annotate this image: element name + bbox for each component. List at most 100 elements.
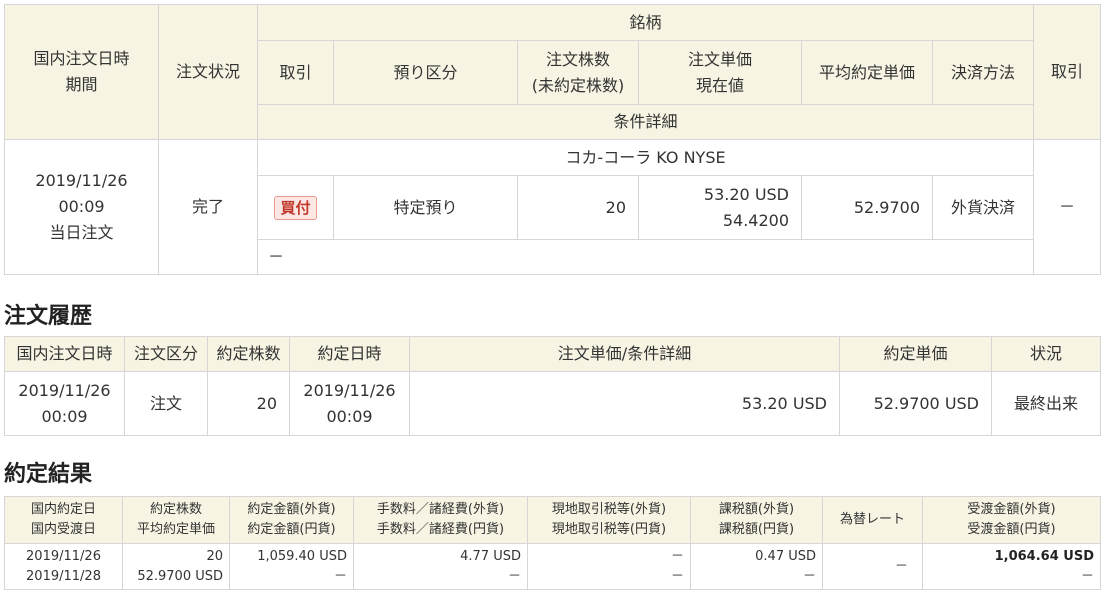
result-local-tax-cell: － － <box>527 543 691 590</box>
order-date: 2019/11/26 <box>35 171 128 190</box>
result-header-local-tax-jpy: 現地取引税等(円貨) <box>551 522 667 537</box>
result-header-taxable: 課税額(外貨) 課税額(円貨) <box>690 496 823 544</box>
order-date-cell: 2019/11/26 00:09 当日注文 <box>4 139 159 275</box>
result-table: 国内約定日 国内受渡日 約定株数 平均約定単価 約定金額(外貨) 約定金額(円貨… <box>4 496 1101 590</box>
order-qty: 20 <box>517 175 639 240</box>
result-fee-jpy: － <box>507 568 521 584</box>
history-order-date-cell: 2019/11/26 00:09 <box>4 371 125 436</box>
result-header-qty: 約定株数 <box>149 502 202 517</box>
order-time: 00:09 <box>58 197 105 216</box>
result-dates-cell: 2019/11/26 2019/11/28 <box>4 543 123 590</box>
header-order-price-label: 注文単価 <box>687 49 752 69</box>
result-settle-date: 2019/11/28 <box>26 568 101 584</box>
result-header-avg-price: 平均約定単価 <box>136 522 215 537</box>
header-conditions: 条件詳細 <box>256 104 1035 140</box>
result-local-tax-fx: － <box>670 548 684 564</box>
result-header-fee: 手数料／諸経費(外貨) 手数料／諸経費(円貨) <box>353 496 528 544</box>
order-conditions: － <box>256 239 1035 275</box>
result-header-taxable-fx: 課税額(外貨) <box>718 502 795 517</box>
header-current-price-label: 現在値 <box>695 75 744 95</box>
result-header-fee-jpy: 手数料／諸経費(円貨) <box>376 522 505 537</box>
order-cancel: － <box>1033 139 1102 275</box>
header-date-period: 国内注文日時 期間 <box>4 4 159 140</box>
history-exec-date-cell: 2019/11/26 00:09 <box>289 371 410 436</box>
history-header-price-detail: 注文単価/条件詳細 <box>409 336 840 372</box>
result-qty-price-cell: 20 52.9700 USD <box>122 543 230 590</box>
history-price-detail: 53.20 USD <box>409 371 840 436</box>
result-settle-jpy: － <box>1080 568 1094 584</box>
result-taxable-jpy: － <box>802 568 816 584</box>
header-unfilled-label: (未約定株数) <box>531 75 625 95</box>
result-header-fx-rate: 為替レート <box>822 496 923 544</box>
header-price: 注文単価 現在値 <box>638 40 802 105</box>
history-header-exec-price: 約定単価 <box>839 336 992 372</box>
header-issue: 銘柄 <box>256 4 1035 41</box>
result-header-local-tax-fx: 現地取引税等(外貨) <box>551 502 667 517</box>
header-status: 注文状況 <box>158 4 258 140</box>
result-header-settle-fx: 受渡金額(外貨) <box>967 502 1056 517</box>
result-amount-cell: 1,059.40 USD － <box>229 543 354 590</box>
result-avg-price: 52.9700 USD <box>137 568 223 584</box>
result-fee-cell: 4.77 USD － <box>353 543 528 590</box>
result-header-amount: 約定金額(外貨) 約定金額(円貨) <box>229 496 354 544</box>
order-period: 当日注文 <box>49 223 114 242</box>
result-exec-date: 2019/11/26 <box>26 548 101 564</box>
header-date-label: 国内注文日時 <box>33 49 130 68</box>
history-qty: 20 <box>207 371 290 436</box>
result-header-taxable-jpy: 課税額(円貨) <box>718 522 795 537</box>
header-qty: 注文株数 (未約定株数) <box>517 40 639 105</box>
result-amount-fx: 1,059.40 USD <box>257 548 347 564</box>
result-header-settle-date: 国内受渡日 <box>30 522 96 537</box>
history-header-qty: 約定株数 <box>207 336 290 372</box>
order-price-cell: 53.20 USD 54.4200 <box>638 175 802 240</box>
history-header-order-date: 国内注文日時 <box>4 336 125 372</box>
result-row: 2019/11/26 2019/11/28 20 52.9700 USD 1,0… <box>4 543 1101 590</box>
result-header-local-tax: 現地取引税等(外貨) 現地取引税等(円貨) <box>527 496 691 544</box>
order-settlement: 外貨決済 <box>931 175 1035 240</box>
result-header-exec-date: 国内約定日 <box>30 502 96 517</box>
history-row: 2019/11/26 00:09 注文 20 2019/11/26 00:09 … <box>4 371 1101 436</box>
header-custody: 預り区分 <box>333 40 518 105</box>
result-taxable-cell: 0.47 USD － <box>690 543 823 590</box>
result-header-dates: 国内約定日 国内受渡日 <box>4 496 123 544</box>
result-settle-fx: 1,064.64 USD <box>994 548 1094 564</box>
result-header-amount-jpy: 約定金額(円貨) <box>247 522 336 537</box>
result-local-tax-jpy: － <box>670 568 684 584</box>
current-price: 54.4200 <box>722 210 789 230</box>
result-header-settle-amount: 受渡金額(外貨) 受渡金額(円貨) <box>922 496 1101 544</box>
result-fx-rate: － <box>822 543 923 590</box>
history-table: 国内注文日時 注文区分 約定株数 約定日時 注文単価/条件詳細 約定単価 状況 … <box>4 336 1101 436</box>
header-cancel: 取引 <box>1033 4 1102 140</box>
result-header-settle-jpy: 受渡金額(円貨) <box>967 522 1056 537</box>
result-title: 約定結果 <box>4 462 93 487</box>
header-period-label: 期間 <box>65 75 98 94</box>
history-exec-date: 2019/11/26 <box>303 380 396 400</box>
result-amount-jpy: － <box>333 568 347 584</box>
header-avg-price: 平均約定単価 <box>801 40 933 105</box>
order-row: 2019/11/26 00:09 当日注文 完了 コカ-コーラ KO NYSE … <box>4 139 1102 275</box>
buy-badge: 買付 <box>274 195 317 220</box>
order-avg-price: 52.9700 <box>801 175 933 240</box>
result-fee-fx: 4.77 USD <box>460 548 521 564</box>
history-order-time: 00:09 <box>41 406 88 426</box>
order-status: 完了 <box>158 139 258 275</box>
order-issue-name: コカ-コーラ KO NYSE <box>256 139 1035 176</box>
history-header-type: 注文区分 <box>124 336 208 372</box>
result-settle-cell: 1,064.64 USD － <box>922 543 1101 590</box>
history-order-date: 2019/11/26 <box>18 380 111 400</box>
header-trade: 取引 <box>257 40 334 105</box>
history-header-exec-date: 約定日時 <box>289 336 410 372</box>
result-taxable-fx: 0.47 USD <box>755 548 816 564</box>
result-qty: 20 <box>206 548 223 564</box>
history-title: 注文履歴 <box>4 304 93 329</box>
order-price: 53.20 USD <box>703 184 789 204</box>
order-trade-cell: 買付 <box>257 175 334 240</box>
result-header-fee-fx: 手数料／諸経費(外貨) <box>376 502 505 517</box>
history-header-status: 状況 <box>991 336 1101 372</box>
order-custody: 特定預り <box>333 175 518 240</box>
history-type: 注文 <box>124 371 208 436</box>
header-settlement: 決済方法 <box>931 40 1035 105</box>
result-header-amount-fx: 約定金額(外貨) <box>247 502 336 517</box>
history-exec-time: 00:09 <box>326 406 373 426</box>
history-status: 最終出来 <box>991 371 1101 436</box>
